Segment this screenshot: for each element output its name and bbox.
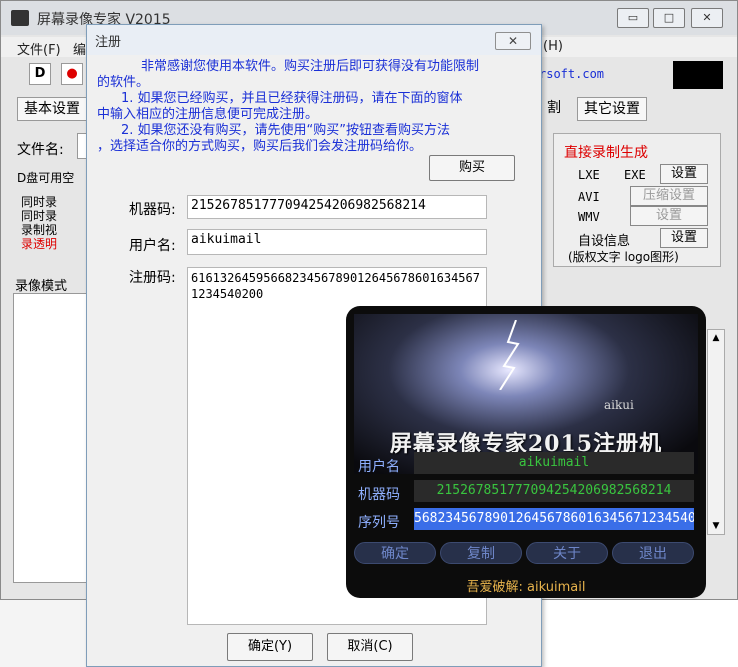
wmv-radio[interactable]: WMV — [578, 210, 600, 224]
custom-info-settings-button[interactable]: 设置 — [660, 228, 708, 248]
tab-split[interactable]: 割 — [541, 97, 567, 121]
notice-line-3: 1. 如果您已经购买，并且已经获得注册码，请在下面的窗体 — [121, 91, 463, 106]
new-file-icon[interactable]: D — [29, 63, 51, 85]
reg-code-label: 注册码: — [129, 270, 176, 286]
notice-line-6: ，选择适合你的方式购买，购买后我们会发注册码给你。 — [97, 139, 423, 154]
exe-radio[interactable]: EXE — [624, 168, 646, 182]
kg-serial-field[interactable]: 5682345678901264567860163456712345402​00 — [414, 508, 694, 530]
kg-machine-label: 机器码 — [358, 487, 400, 503]
notice-line-5: 2. 如果您还没有购买，请先使用“购买”按钮查看购买方法 — [121, 123, 451, 138]
toolbar-url: rsoft.com — [539, 67, 605, 81]
machine-code-label: 机器码: — [129, 202, 176, 218]
custom-info-checkbox[interactable]: 自设信息 — [578, 230, 630, 249]
dialog-notice: 非常感谢您使用本软件。购买注册后即可获得没有功能限制 的软件。 1. 如果您已经… — [97, 59, 527, 155]
notice-line-1: 非常感谢您使用本软件。购买注册后即可获得没有功能限制 — [141, 59, 480, 74]
keygen-window: aikui 屏幕录像专家2015注册机 用户名 aikuimail 机器码 21… — [346, 306, 706, 598]
username-label: 用户名: — [129, 238, 176, 254]
dialog-close-button[interactable]: ✕ — [495, 32, 531, 50]
close-button[interactable]: ✕ — [691, 8, 723, 28]
tab-other-settings[interactable]: 其它设置 — [577, 97, 647, 121]
kg-user-label: 用户名 — [358, 459, 400, 475]
kg-copy-button[interactable]: 复制 — [440, 542, 522, 564]
menu-file[interactable]: 文件(F) — [17, 39, 61, 58]
check4-label[interactable]: 录透明 — [21, 235, 57, 252]
ok-button[interactable]: 确定(Y) — [227, 633, 313, 661]
cancel-button[interactable]: 取消(C) — [327, 633, 413, 661]
kg-serial-label: 序列号 — [358, 515, 400, 531]
kg-exit-button[interactable]: 退出 — [612, 542, 694, 564]
minimize-button[interactable]: ▭ — [617, 8, 649, 28]
scroll-down-icon[interactable]: ▼ — [708, 518, 724, 534]
lxe-settings-button[interactable]: 设置 — [660, 164, 708, 184]
keygen-watermark: aikui — [604, 398, 634, 412]
copyright-note: (版权文字 logo图形) — [568, 250, 679, 264]
menu-edit[interactable]: 编 — [73, 39, 86, 58]
dialog-title: 注册 — [95, 35, 122, 50]
dialog-title-bar: 注册 ✕ — [87, 25, 541, 55]
direct-record-checkbox[interactable]: 直接录制生成 — [564, 142, 648, 162]
machine-code-field[interactable]: 21526785177709425420698256821​4 — [187, 195, 487, 219]
avi-radio[interactable]: AVI — [578, 190, 600, 204]
kg-machine-field[interactable]: 215267851777094254206982568214 — [414, 480, 694, 502]
app-icon — [11, 10, 29, 26]
buy-button[interactable]: 购买 — [429, 155, 515, 181]
notice-line-2: 的软件。 — [97, 75, 150, 90]
lightning-icon — [499, 320, 520, 390]
menu-help[interactable]: (H) — [543, 39, 563, 54]
kg-ok-button[interactable]: 确定 — [354, 542, 436, 564]
disk-free-label: D盘可用空 — [17, 171, 75, 185]
background-panel — [0, 600, 86, 667]
tab-basic-settings[interactable]: 基本设置 — [17, 97, 87, 121]
username-field[interactable]: aikuimail — [187, 229, 487, 255]
lxe-radio[interactable]: LXE — [578, 168, 600, 182]
scroll-up-icon[interactable]: ▲ — [708, 330, 724, 346]
record-mode-label: 录像模式 — [15, 279, 68, 294]
output-format-group: 直接录制生成 LXE EXE 设置 AVI 压缩设置 WMV 设置 自设信息 设… — [553, 133, 721, 267]
keygen-credit: 吾爱破解: aikuimail — [466, 580, 586, 595]
record-icon[interactable]: ● — [61, 63, 83, 85]
wmv-settings-button[interactable]: 设置 — [630, 206, 708, 226]
kg-user-field[interactable]: aikuimail — [414, 452, 694, 474]
notice-line-4: 中输入相应的注册信息便可完成注册。 — [97, 107, 319, 122]
kg-about-button[interactable]: 关于 — [526, 542, 608, 564]
maximize-button[interactable]: □ — [653, 8, 685, 28]
filename-label: 文件名: — [17, 142, 64, 158]
scrollbar-track[interactable]: ▲ ▼ — [707, 329, 725, 535]
compress-settings-button[interactable]: 压缩设置 — [630, 186, 708, 206]
preview-box — [673, 61, 723, 89]
keygen-banner-image: aikui 屏幕录像专家2015注册机 — [354, 314, 698, 474]
